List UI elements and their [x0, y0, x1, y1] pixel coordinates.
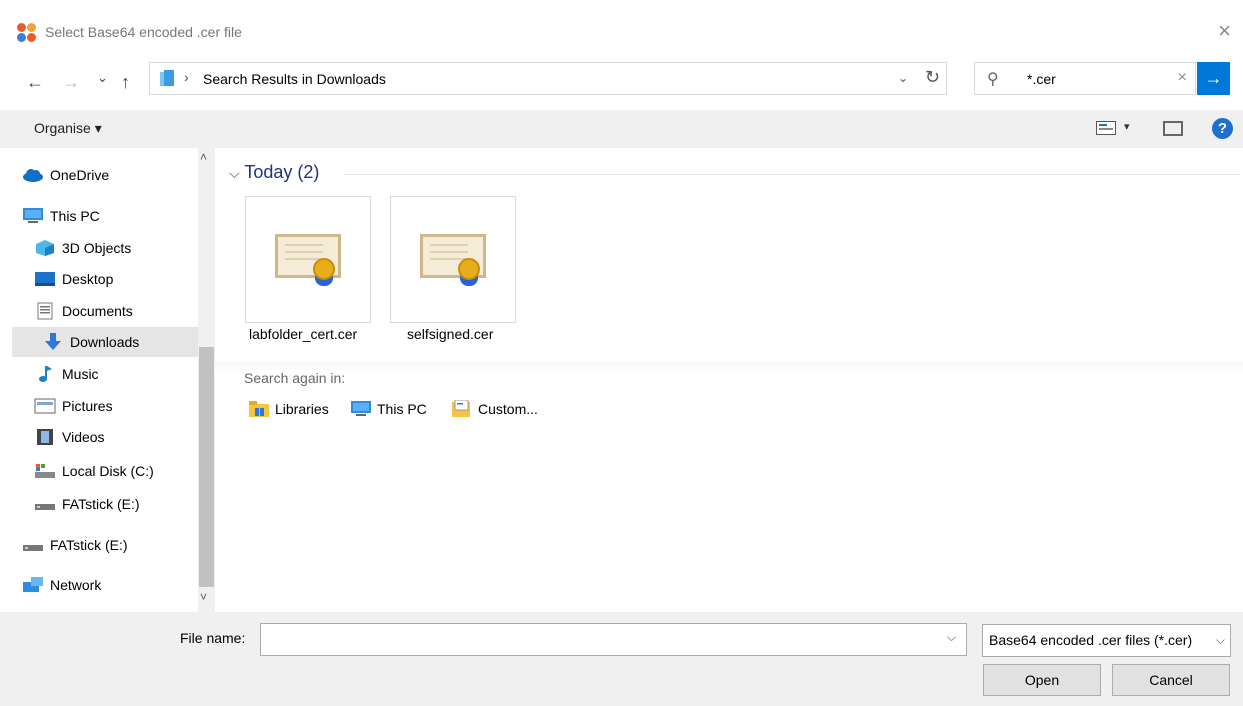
- network-icon: [22, 576, 44, 594]
- search-again-item-label: This PC: [377, 401, 427, 417]
- download-icon: [42, 333, 64, 351]
- file-tile[interactable]: [245, 196, 371, 323]
- sidebar-item-label: This PC: [50, 208, 100, 224]
- scroll-up-icon[interactable]: ˄: [200, 150, 207, 164]
- sidebar-item-label: FATstick (E:): [50, 537, 128, 553]
- clear-search-button[interactable]: ×: [1178, 69, 1187, 87]
- search-box[interactable]: ⚲ *.cer ×: [974, 62, 1196, 95]
- sidebar-item-label: Desktop: [62, 271, 114, 287]
- forward-button[interactable]: →: [62, 72, 80, 93]
- chevron-down-icon[interactable]: ⌵: [947, 630, 956, 645]
- sidebar-item-label: FATstick (E:): [62, 496, 140, 512]
- sidebar-item-label: Downloads: [70, 334, 140, 350]
- breadcrumb[interactable]: Search Results in Downloads: [203, 71, 386, 87]
- sidebar-item-desktop[interactable]: Desktop: [34, 264, 198, 294]
- search-go-button[interactable]: →: [1197, 62, 1230, 95]
- music-icon: [34, 365, 56, 383]
- sidebar-item-this-pc[interactable]: This PC: [22, 201, 198, 231]
- custom-folder-icon: [452, 399, 472, 418]
- file-name-label: File name:: [180, 630, 246, 646]
- sidebar-item-local-disk-c[interactable]: Local Disk (C:): [34, 456, 198, 486]
- sidebar-item-label: Network: [50, 577, 102, 593]
- app-icon: [17, 23, 36, 42]
- breadcrumb-separator-icon: ›: [184, 69, 189, 85]
- search-input[interactable]: *.cer: [1027, 71, 1056, 87]
- chevron-down-icon[interactable]: ⌵: [1213, 633, 1225, 648]
- sidebar-item-pictures[interactable]: Pictures: [34, 391, 198, 421]
- libraries-icon: [249, 400, 269, 418]
- sidebar-item-downloads[interactable]: Downloads: [12, 327, 198, 357]
- sidebar-item-onedrive[interactable]: OneDrive: [22, 160, 198, 190]
- recent-locations-button[interactable]: ⌄: [97, 70, 108, 86]
- sidebar-item-label: Music: [62, 366, 99, 382]
- cancel-button[interactable]: Cancel: [1112, 664, 1230, 696]
- nav-scroll-thumb[interactable]: [199, 347, 214, 587]
- sidebar-item-label: Documents: [62, 303, 133, 319]
- sidebar-item-videos[interactable]: Videos: [34, 422, 198, 452]
- computer-icon: [22, 207, 44, 225]
- window-title: Select Base64 encoded .cer file: [45, 24, 242, 40]
- group-header[interactable]: ⌵ Today (2): [229, 162, 319, 183]
- search-again-custom[interactable]: Custom...: [452, 399, 538, 418]
- search-again-label: Search again in:: [244, 370, 346, 386]
- file-type-value: Base64 encoded .cer files (*.cer): [989, 632, 1193, 648]
- file-name-label[interactable]: selfsigned.cer: [407, 326, 493, 342]
- title-bar: Select Base64 encoded .cer file ×: [0, 0, 1243, 64]
- search-again-item-label: Libraries: [275, 401, 329, 417]
- address-dropdown-icon[interactable]: ⌄: [898, 71, 908, 85]
- sidebar-item-music[interactable]: Music: [34, 359, 198, 389]
- search-icon: ⚲: [987, 71, 999, 88]
- refresh-button[interactable]: ↻: [925, 67, 940, 88]
- computer-icon: [351, 400, 371, 418]
- file-type-select[interactable]: Base64 encoded .cer files (*.cer) ⌵: [982, 624, 1231, 657]
- pictures-icon: [34, 397, 56, 415]
- search-again-item-label: Custom...: [478, 401, 538, 417]
- sidebar-item-label: Pictures: [62, 398, 113, 414]
- toolbar: Organise ▾ ▾ ?: [0, 110, 1243, 148]
- document-icon: [34, 302, 56, 320]
- preview-pane-icon[interactable]: [1163, 121, 1183, 136]
- desktop-icon: [34, 270, 56, 288]
- cloud-icon: [22, 166, 44, 184]
- sidebar-item-label: 3D Objects: [62, 240, 132, 256]
- organise-button[interactable]: Organise ▾: [34, 120, 102, 137]
- file-name-label[interactable]: labfolder_cert.cer: [249, 326, 357, 342]
- section-divider: [215, 362, 1243, 372]
- up-button[interactable]: ↑: [121, 72, 130, 93]
- file-tile[interactable]: [390, 196, 516, 323]
- sidebar-item-network[interactable]: Network: [22, 570, 198, 600]
- videos-icon: [34, 428, 56, 446]
- certificate-icon: [275, 234, 341, 286]
- search-folder-icon: [158, 70, 176, 88]
- search-again-libraries[interactable]: Libraries: [249, 400, 329, 418]
- close-button[interactable]: ×: [1218, 18, 1231, 44]
- address-bar[interactable]: › Search Results in Downloads ⌄ ↻: [149, 62, 947, 95]
- file-name-input[interactable]: [260, 623, 967, 656]
- usb-drive-icon: [34, 495, 56, 513]
- help-button[interactable]: ?: [1212, 118, 1233, 139]
- chevron-down-icon[interactable]: ⌵: [229, 165, 240, 181]
- sidebar-item-3d-objects[interactable]: 3D Objects: [34, 233, 198, 263]
- sidebar-item-fatstick-e[interactable]: FATstick (E:): [34, 489, 198, 519]
- change-view-icon[interactable]: [1096, 121, 1116, 135]
- sidebar-item-label: Videos: [62, 429, 105, 445]
- sidebar-item-label: OneDrive: [50, 167, 110, 183]
- certificate-icon: [420, 234, 486, 286]
- cube-icon: [34, 239, 56, 257]
- sidebar-item-label: Local Disk (C:): [62, 463, 154, 479]
- back-button[interactable]: ←: [26, 72, 44, 93]
- sidebar-item-documents[interactable]: Documents: [34, 296, 198, 326]
- open-button[interactable]: Open: [983, 664, 1101, 696]
- group-divider: [344, 174, 1240, 175]
- view-dropdown-icon[interactable]: ▾: [1124, 120, 1130, 133]
- search-again-this-pc[interactable]: This PC: [351, 400, 427, 418]
- drive-icon: [34, 462, 56, 480]
- scroll-down-icon[interactable]: ˅: [200, 590, 207, 604]
- usb-drive-icon: [22, 536, 44, 554]
- sidebar-item-fatstick-e[interactable]: FATstick (E:): [22, 530, 198, 560]
- group-header-label: Today (2): [244, 162, 320, 182]
